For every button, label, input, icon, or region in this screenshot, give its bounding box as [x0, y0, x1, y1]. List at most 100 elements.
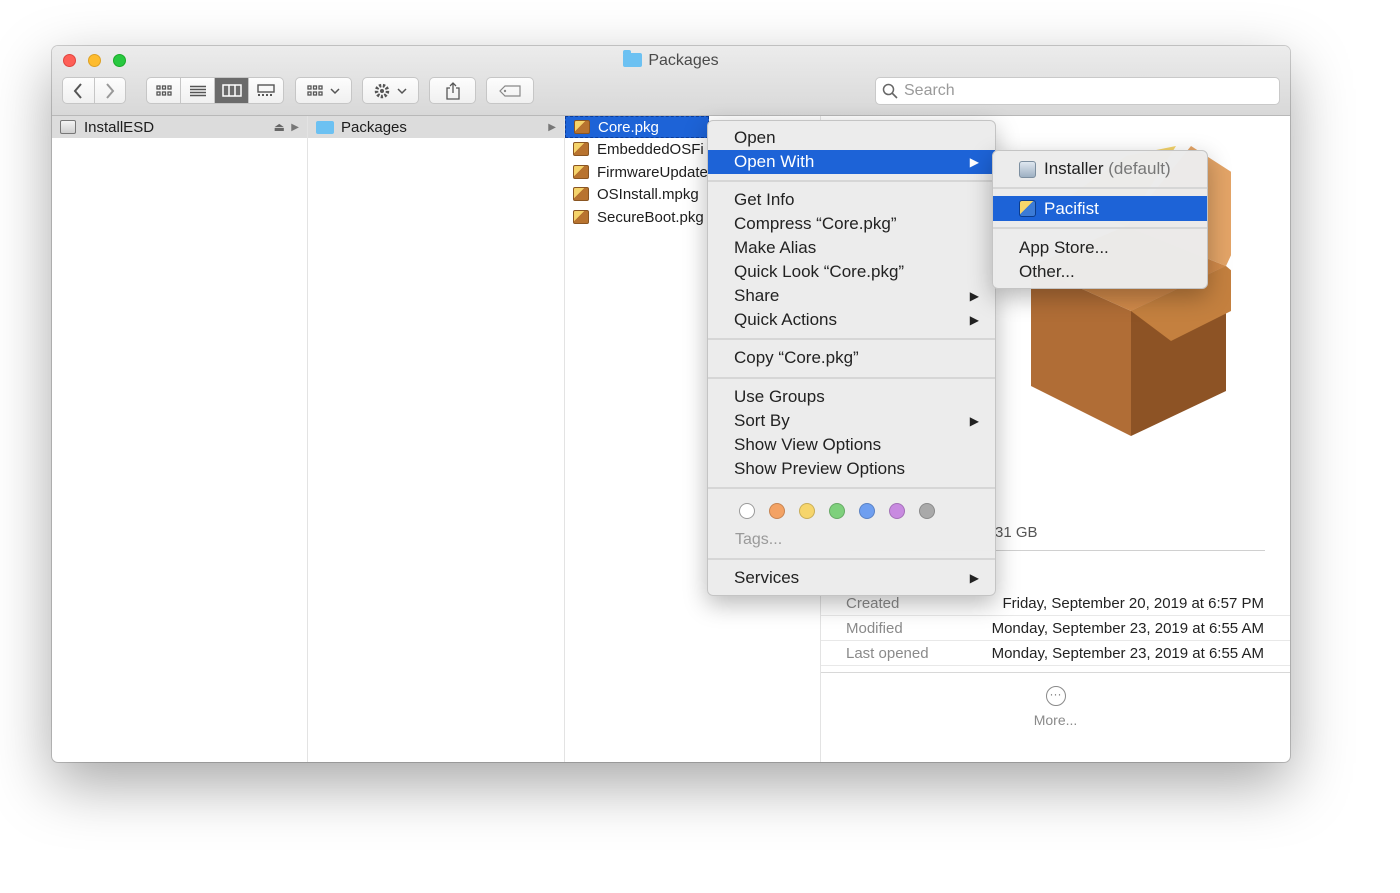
list-item-core-pkg[interactable]: Core.pkg: [565, 116, 709, 138]
tag-color-dot[interactable]: [919, 503, 935, 519]
tags-button[interactable]: [486, 77, 534, 104]
menu-item-label: Open: [734, 128, 776, 147]
pacifist-app-icon: [1019, 200, 1036, 217]
group-by-button[interactable]: [295, 77, 352, 104]
submenu-arrow-icon: ▶: [969, 414, 979, 428]
action-button[interactable]: [362, 77, 419, 104]
menu-item-quick-actions[interactable]: Quick Actions ▶: [708, 308, 995, 332]
package-icon: [573, 165, 589, 179]
menu-item-open[interactable]: Open: [708, 126, 995, 150]
meta-value: Monday, September 23, 2019 at 6:55 AM: [991, 620, 1264, 637]
list-item-installesd[interactable]: InstallESD ⏏ ▶: [52, 116, 307, 138]
item-label: EmbeddedOSFi: [597, 140, 704, 158]
menu-item-show-view-options[interactable]: Show View Options: [708, 433, 995, 457]
more-label: More...: [1033, 712, 1078, 728]
menu-item-label: App Store...: [1019, 238, 1109, 257]
search-field[interactable]: [875, 77, 1280, 105]
icon-grid-icon: [155, 84, 172, 96]
menu-item-label: Pacifist: [1044, 198, 1099, 218]
tag-color-dot[interactable]: [799, 503, 815, 519]
title-bar: Packages: [52, 46, 1290, 116]
tag-color-dot[interactable]: [769, 503, 785, 519]
menu-item-label: Quick Look “Core.pkg”: [734, 262, 905, 281]
meta-key: Modified: [846, 620, 903, 637]
menu-item-open-with[interactable]: Open With ▶: [708, 150, 995, 174]
search-icon: [882, 83, 898, 99]
view-mode-control: [146, 77, 284, 104]
columns-icon: [221, 84, 242, 97]
size-text: 31 GB: [995, 524, 1038, 541]
context-menu: Open Open With ▶ Get Info Compress “Core.…: [707, 120, 996, 596]
share-button[interactable]: [429, 77, 476, 104]
menu-separator: [708, 338, 995, 340]
disk-icon: [60, 120, 76, 134]
menu-item-installer[interactable]: Installer (default): [993, 157, 1207, 181]
menu-item-label: Installer: [1044, 159, 1104, 178]
item-label: OSInstall.mpkg: [597, 185, 699, 203]
icon-view-button[interactable]: [147, 78, 181, 103]
menu-item-label: Quick Actions: [734, 310, 837, 329]
window-title-text: Packages: [648, 52, 719, 69]
eject-icon[interactable]: ⏏: [274, 120, 285, 134]
meta-value: Friday, September 20, 2019 at 6:57 PM: [1002, 595, 1264, 612]
tag-icon: [499, 84, 521, 97]
menu-item-get-info[interactable]: Get Info: [708, 188, 995, 212]
menu-item-pacifist[interactable]: Pacifist: [993, 196, 1207, 221]
list-item-packages[interactable]: Packages ▶: [308, 116, 564, 138]
menu-item-label: Share: [734, 286, 780, 305]
menu-item-label: Get Info: [734, 190, 795, 209]
more-button[interactable]: ··· More...: [821, 686, 1290, 728]
package-icon: [573, 142, 589, 156]
item-label: SecureBoot.pkg: [597, 208, 704, 226]
menu-item-label: Show Preview Options: [734, 459, 906, 478]
menu-item-label: Other...: [1019, 262, 1075, 281]
menu-item-other[interactable]: Other...: [993, 260, 1207, 284]
forward-button[interactable]: [95, 78, 126, 103]
folder-icon: [623, 50, 643, 67]
menu-item-use-groups[interactable]: Use Groups: [708, 385, 995, 409]
folder-icon: [316, 120, 334, 134]
menu-separator: [708, 180, 995, 182]
disclosure-arrow-icon: ▶: [291, 121, 299, 133]
menu-separator: [708, 487, 995, 489]
menu-item-quick-look[interactable]: Quick Look “Core.pkg”: [708, 260, 995, 284]
menu-item-label: Make Alias: [734, 238, 817, 257]
menu-item-make-alias[interactable]: Make Alias: [708, 236, 995, 260]
tag-color-dot[interactable]: [739, 503, 755, 519]
menu-item-label: Use Groups: [734, 387, 825, 406]
menu-item-label: Services: [734, 568, 800, 587]
tag-color-dot[interactable]: [889, 503, 905, 519]
menu-item-services[interactable]: Services ▶: [708, 566, 995, 590]
submenu-arrow-icon: ▶: [969, 155, 979, 169]
menu-item-tags[interactable]: Tags...: [735, 531, 782, 549]
installer-app-icon: [1019, 160, 1036, 178]
back-button[interactable]: [63, 78, 95, 103]
gear-icon: [374, 83, 407, 98]
menu-item-app-store[interactable]: App Store...: [993, 236, 1207, 260]
menu-item-show-preview-options[interactable]: Show Preview Options: [708, 457, 995, 481]
list-view-button[interactable]: [181, 78, 215, 103]
divider: [821, 672, 1290, 673]
package-icon: [573, 187, 589, 201]
search-input[interactable]: [904, 82, 1264, 100]
gallery-view-button[interactable]: [249, 78, 283, 103]
menu-item-compress[interactable]: Compress “Core.pkg”: [708, 212, 995, 236]
menu-item-label: Open With: [734, 152, 815, 171]
disclosure-arrow-icon: ▶: [548, 121, 556, 133]
meta-row-modified: Modified Monday, September 23, 2019 at 6:…: [821, 616, 1290, 641]
menu-separator: [993, 187, 1207, 189]
menu-item-label: Copy “Core.pkg”: [734, 348, 859, 367]
back-forward-control: [62, 77, 126, 104]
tag-color-dot[interactable]: [859, 503, 875, 519]
item-label: FirmwareUpdate: [597, 163, 708, 181]
menu-item-sort-by[interactable]: Sort By ▶: [708, 409, 995, 433]
menu-item-copy[interactable]: Copy “Core.pkg”: [708, 346, 995, 370]
package-icon: [574, 120, 590, 134]
menu-item-share[interactable]: Share ▶: [708, 284, 995, 308]
list-icon: [189, 85, 206, 96]
chevron-left-icon: [73, 82, 83, 99]
column-view-button[interactable]: [215, 78, 249, 103]
column-2: Packages ▶: [308, 116, 565, 762]
tag-color-dot[interactable]: [829, 503, 845, 519]
meta-key: Created: [846, 595, 900, 612]
